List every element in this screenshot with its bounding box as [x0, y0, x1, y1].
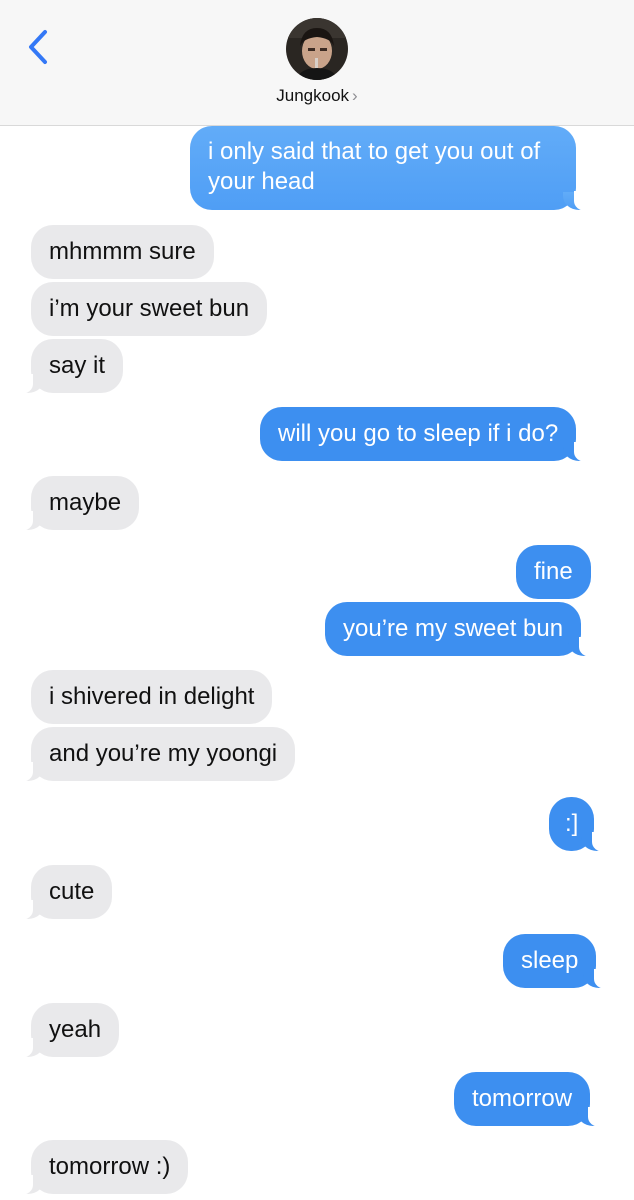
- message-bubble-incoming[interactable]: yeah: [16, 1003, 120, 1058]
- message-bubble-incoming[interactable]: i’m your sweet bun: [31, 282, 268, 336]
- message-text: say it: [49, 352, 106, 379]
- message-bubble-outgoing[interactable]: tomorrow: [454, 1072, 605, 1127]
- message-text: i’m your sweet bun: [49, 295, 250, 322]
- message-text: tomorrow :): [49, 1153, 171, 1180]
- contact-name: Jungkook: [276, 86, 350, 105]
- message-bubble-outgoing[interactable]: fine: [516, 545, 591, 599]
- message-bubble-outgoing[interactable]: will you go to sleep if i do?: [260, 407, 591, 462]
- message-text: :]: [565, 810, 579, 837]
- message-text: and you’re my yoongi: [49, 740, 278, 767]
- avatar-photo: [286, 18, 348, 80]
- message-bubble-incoming[interactable]: mhmmm sure: [31, 225, 214, 279]
- message-bubble-outgoing[interactable]: sleep: [503, 934, 611, 989]
- message-text: mhmmm sure: [49, 238, 196, 265]
- contact-avatar[interactable]: [286, 18, 348, 80]
- message-text: fine: [534, 558, 573, 585]
- message-text: sleep: [521, 947, 579, 974]
- message-text: maybe: [49, 489, 122, 516]
- message-bubble-incoming[interactable]: maybe: [16, 476, 140, 531]
- message-bubble-incoming[interactable]: cute: [16, 865, 113, 920]
- message-text: tomorrow: [472, 1085, 573, 1112]
- message-bubble-incoming[interactable]: and you’re my yoongi: [16, 727, 296, 782]
- message-text: yeah: [49, 1016, 102, 1043]
- message-text: i shivered in delight: [49, 683, 255, 710]
- message-bubble-incoming[interactable]: tomorrow :): [16, 1140, 189, 1195]
- message-bubble-outgoing[interactable]: you’re my sweet bun: [325, 602, 596, 657]
- message-text: cute: [49, 878, 95, 905]
- message-bubble-outgoing[interactable]: :]: [549, 797, 609, 852]
- message-bubble-incoming[interactable]: say it: [16, 339, 124, 394]
- message-text: i only said that to get you out of your …: [208, 138, 541, 195]
- message-text: you’re my sweet bun: [343, 615, 564, 642]
- conversation-header: Jungkook ›: [0, 0, 634, 126]
- message-text: will you go to sleep if i do?: [278, 420, 559, 447]
- chevron-right-icon: ›: [352, 86, 358, 105]
- contact-name-button[interactable]: Jungkook ›: [0, 86, 634, 106]
- back-button[interactable]: [18, 22, 58, 72]
- message-bubble-outgoing[interactable]: i only said that to get you out of your …: [190, 126, 590, 211]
- chevron-left-icon: [29, 30, 47, 64]
- message-bubble-incoming[interactable]: i shivered in delight: [31, 670, 273, 724]
